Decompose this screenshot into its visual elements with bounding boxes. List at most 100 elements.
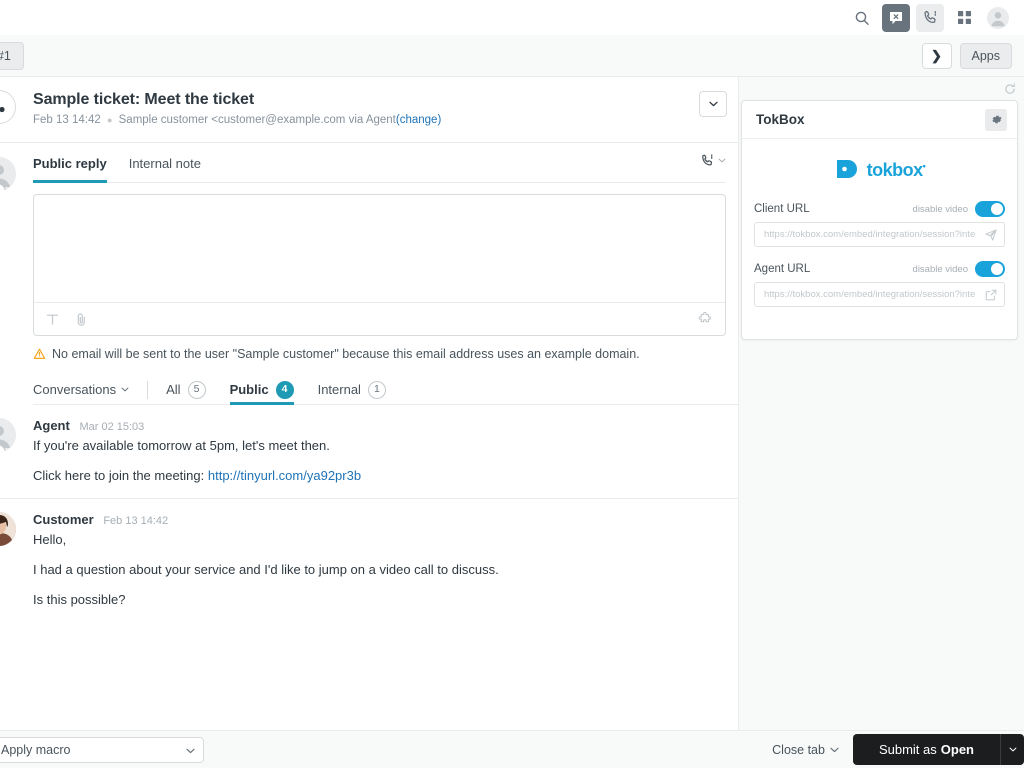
message-author: Customer bbox=[33, 512, 94, 527]
disable-video-label: disable video bbox=[912, 263, 968, 275]
filter-count-badge: 1 bbox=[367, 380, 386, 399]
tokbox-card-header: TokBox bbox=[742, 101, 1017, 139]
client-url-field-group: Client URL disable video https://tokbox.… bbox=[754, 201, 1005, 247]
ticket-pane: Sample ticket: Meet the ticket Feb 13 14… bbox=[0, 77, 739, 730]
requester-avatar bbox=[0, 90, 16, 124]
call-options-button[interactable] bbox=[700, 153, 726, 168]
open-ticket-tab[interactable]: nt #1 bbox=[0, 41, 24, 70]
warning-triangle-icon bbox=[33, 348, 46, 359]
agent-url-input-wrapper[interactable]: https://tokbox.com/embed/integration/ses… bbox=[754, 282, 1005, 307]
workspace-body: Sample ticket: Meet the ticket Feb 13 14… bbox=[0, 77, 1024, 730]
filter-tab-public[interactable]: Public 4 bbox=[230, 375, 294, 405]
filter-tab-all[interactable]: All 5 bbox=[166, 375, 206, 405]
filter-label: Public bbox=[229, 382, 269, 397]
submit-button[interactable]: Submit as Open bbox=[852, 734, 1000, 765]
refresh-apps-icon[interactable] bbox=[1004, 82, 1016, 100]
apply-macro-label: Apply macro bbox=[1, 742, 71, 757]
close-tab-label: Close tab bbox=[772, 742, 825, 757]
client-url-row: Client URL disable video bbox=[754, 201, 1005, 217]
message-paragraph: Click here to join the meeting: http://t… bbox=[33, 468, 726, 483]
message-header: Customer Feb 13 14:42 bbox=[33, 512, 726, 527]
client-disable-video-toggle[interactable] bbox=[975, 201, 1005, 217]
agent-url-input[interactable]: https://tokbox.com/embed/integration/ses… bbox=[764, 289, 981, 300]
message-timestamp: Mar 02 15:03 bbox=[79, 421, 145, 433]
client-url-input[interactable]: https://tokbox.com/embed/integration/ses… bbox=[764, 229, 981, 240]
client-url-label: Client URL bbox=[754, 203, 810, 215]
join-meeting-text: Click here to join the meeting: bbox=[33, 468, 208, 483]
message-paragraph: Hello, bbox=[33, 532, 67, 547]
conversations-dropdown[interactable]: Conversations bbox=[33, 382, 129, 397]
grid-apps-icon[interactable] bbox=[950, 4, 978, 32]
tokbox-card-body: tokbox• Client URL disable video https:/… bbox=[742, 139, 1017, 339]
toggle-knob bbox=[991, 203, 1003, 215]
ticket-footer-bar: Apply macro Close tab Submit as Open bbox=[0, 730, 1024, 768]
apply-macro-select[interactable]: Apply macro bbox=[0, 736, 204, 763]
reply-editor[interactable] bbox=[33, 194, 726, 336]
warning-text: No email will be sent to the user "Sampl… bbox=[52, 347, 640, 361]
message-header: Agent Mar 02 15:03 bbox=[33, 418, 726, 433]
message-paragraph: I had a question about your service and … bbox=[33, 562, 499, 577]
apps-sidebar: TokBox tokbox• Client URL disable video … bbox=[739, 77, 1024, 730]
table-row: Customer Feb 13 14:42 Hello, I had a que… bbox=[0, 499, 738, 622]
message-timestamp: Feb 13 14:42 bbox=[103, 515, 169, 527]
toggle-knob bbox=[991, 263, 1003, 275]
puzzle-piece-icon[interactable] bbox=[698, 312, 713, 326]
search-icon[interactable] bbox=[848, 4, 876, 32]
phone-status-icon[interactable] bbox=[916, 3, 944, 32]
agent-url-label: Agent URL bbox=[754, 263, 811, 275]
change-requester-link[interactable]: (change) bbox=[396, 114, 441, 126]
reply-composer: Public reply Internal note No email will… bbox=[0, 143, 738, 361]
submit-status-chevron-down-icon[interactable] bbox=[1000, 734, 1024, 765]
next-tab-chevron-icon[interactable]: ❯ bbox=[921, 42, 952, 69]
chevron-down-icon bbox=[186, 743, 195, 757]
chevron-down-icon bbox=[121, 387, 129, 392]
agent-url-row: Agent URL disable video bbox=[754, 261, 1005, 277]
tokbox-title: TokBox bbox=[756, 112, 805, 127]
composer-tabs: Public reply Internal note bbox=[33, 143, 726, 183]
zendesk-agent-workspace: nt #1 ❯ Apps Sample ticket: Meet the tic… bbox=[0, 0, 1024, 768]
tokbox-logo: tokbox• bbox=[754, 157, 1005, 183]
editor-toolbar bbox=[34, 302, 725, 335]
filter-label: Internal bbox=[317, 382, 361, 397]
chevron-down-icon bbox=[718, 158, 726, 163]
table-row: Agent Mar 02 15:03 If you're available t… bbox=[0, 405, 738, 499]
tokbox-app-card: TokBox tokbox• Client URL disable video … bbox=[741, 100, 1018, 340]
page-title: Sample ticket: Meet the ticket bbox=[33, 91, 255, 108]
no-email-warning: No email will be sent to the user "Sampl… bbox=[33, 347, 726, 361]
message-paragraph: If you're available tomorrow at 5pm, let… bbox=[33, 438, 330, 453]
avatar bbox=[0, 512, 16, 546]
separator-dot: ● bbox=[106, 114, 113, 125]
ticket-options-chevron-down-icon[interactable] bbox=[699, 91, 727, 117]
filter-tab-internal[interactable]: Internal 1 bbox=[318, 375, 386, 405]
message-body: Hello, I had a question about your servi… bbox=[33, 532, 726, 607]
tab-internal-note[interactable]: Internal note bbox=[129, 143, 201, 183]
agent-url-field-group: Agent URL disable video https://tokbox.c… bbox=[754, 261, 1005, 307]
divider bbox=[147, 380, 149, 399]
conversations-label: Conversations bbox=[33, 382, 117, 397]
meeting-link[interactable]: http://tinyurl.com/ya92pr3b bbox=[208, 468, 361, 483]
tab-public-reply[interactable]: Public reply bbox=[33, 143, 107, 183]
message-author: Agent bbox=[33, 418, 70, 433]
message-paragraph: Is this possible? bbox=[33, 592, 126, 607]
gear-icon[interactable] bbox=[985, 108, 1007, 131]
ticket-subheader: Feb 13 14:42 ● Sample customer <customer… bbox=[33, 114, 726, 126]
send-paper-plane-icon[interactable] bbox=[985, 228, 997, 241]
text-format-icon[interactable] bbox=[46, 313, 59, 326]
submit-status: Open bbox=[940, 742, 974, 757]
user-avatar-icon[interactable] bbox=[984, 4, 1012, 32]
chat-bubble-x-icon[interactable] bbox=[882, 3, 910, 32]
client-url-input-wrapper[interactable]: https://tokbox.com/embed/integration/ses… bbox=[754, 222, 1005, 247]
paperclip-icon[interactable] bbox=[75, 312, 88, 326]
submit-button-group: Submit as Open bbox=[852, 734, 1024, 765]
close-tab-button[interactable]: Close tab bbox=[772, 743, 839, 757]
chevron-down-icon bbox=[830, 747, 839, 752]
external-link-icon[interactable] bbox=[985, 289, 997, 301]
disable-video-label: disable video bbox=[912, 203, 968, 215]
apps-button[interactable]: Apps bbox=[959, 42, 1012, 69]
agent-avatar bbox=[0, 157, 16, 191]
tokbox-mark-icon bbox=[836, 160, 857, 178]
agent-disable-video-toggle[interactable] bbox=[975, 261, 1005, 277]
tokbox-wordmark: tokbox• bbox=[866, 159, 926, 180]
filter-label: All bbox=[166, 382, 181, 397]
reply-textarea[interactable] bbox=[34, 195, 725, 302]
